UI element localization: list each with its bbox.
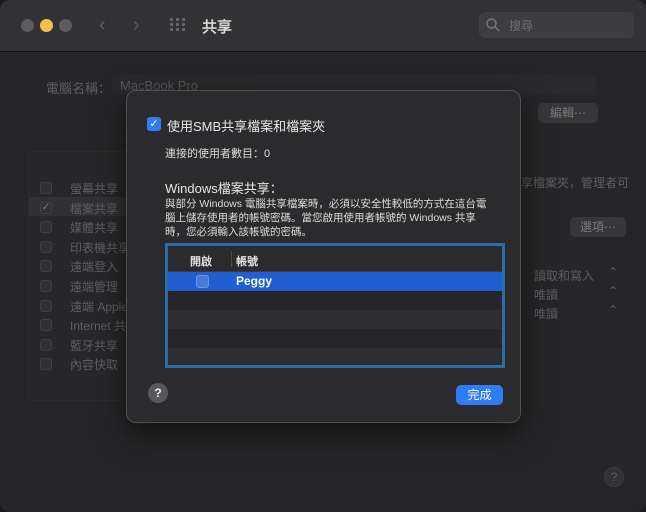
service-checkbox: [40, 280, 52, 292]
smb-checkbox-label[interactable]: 使用SMB共享檔案和檔案夾: [167, 116, 325, 135]
service-checkbox: [40, 299, 52, 312]
back-chevron-icon[interactable]: ‹: [99, 14, 106, 37]
options-button: 選項⋯: [570, 217, 626, 237]
service-checkbox: [40, 319, 52, 332]
table-row-empty: [168, 348, 502, 365]
service-label: 遠端 Apple: [70, 299, 129, 314]
accounts-table-header: 開啟 帳號: [168, 246, 502, 272]
computer-name-label: 電腦名稱：: [46, 81, 112, 96]
title-bar: ‹ › 共享 搜尋: [0, 0, 646, 52]
service-label: 遠端管理: [70, 280, 119, 294]
search-field[interactable]: 搜尋: [479, 12, 634, 38]
service-label: Internet 共: [70, 319, 127, 334]
row-account-name: Peggy: [236, 274, 273, 288]
help-button[interactable]: ?: [148, 383, 168, 403]
windows-sharing-description: 與部分 Windows 電腦共享檔案時，必須以安全性較低的方式在這台電腦上儲存使…: [165, 198, 487, 238]
column-divider: [231, 251, 232, 267]
service-checkbox: [40, 260, 52, 273]
service-checkbox: [40, 221, 52, 234]
window-title: 共享: [202, 19, 233, 36]
stepper-arrows-icon: ⌃: [608, 265, 619, 279]
right-note: 享檔案夾，管理者可: [521, 176, 630, 190]
search-placeholder: 搜尋: [509, 19, 534, 33]
service-label: 螢幕共享: [70, 182, 119, 196]
table-row-empty: [168, 310, 502, 329]
permission-label: 唯讀: [534, 288, 559, 302]
service-checkbox: [40, 182, 52, 194]
stepper-arrows-icon: ⌃: [608, 284, 619, 298]
permission-label: 唯讀: [534, 307, 559, 321]
connected-users-text: 連接的使用者數目：0: [165, 148, 271, 160]
help-button-background: ?: [604, 467, 624, 487]
service-label: 內容快取: [70, 358, 119, 373]
smb-options-dialog: ✓ 使用SMB共享檔案和檔案夾 連接的使用者數目：0 Windows檔案共享： …: [126, 90, 521, 423]
zoom-window-button[interactable]: [59, 19, 72, 32]
service-checkbox: [40, 358, 52, 371]
minimize-window-button[interactable]: [40, 19, 53, 32]
row-enable-checkbox[interactable]: [196, 275, 209, 288]
column-header-on[interactable]: 開啟: [190, 253, 212, 269]
service-checkbox: [40, 338, 52, 351]
service-label: 媒體共享: [70, 221, 119, 236]
service-label: 檔案共享: [70, 201, 119, 216]
done-button[interactable]: 完成: [456, 385, 503, 405]
edit-button: 編輯⋯: [538, 103, 598, 123]
service-checkbox: [40, 240, 52, 253]
service-checkbox: ✓: [40, 201, 52, 214]
search-icon: [486, 18, 500, 32]
forward-chevron-icon[interactable]: ›: [133, 14, 140, 37]
permission-label: 讀取和寫入: [534, 269, 595, 283]
stepper-arrows-icon: ⌃: [608, 303, 619, 317]
column-header-account[interactable]: 帳號: [236, 253, 258, 269]
system-preferences-window: ‹ › 共享 搜尋 電腦名稱： MacBook Pro 編輯⋯ 開啟 服務 螢幕…: [0, 0, 646, 512]
table-row[interactable]: Peggy: [168, 272, 502, 291]
accounts-table[interactable]: 開啟 帳號 Peggy: [165, 243, 505, 368]
smb-checkbox[interactable]: ✓: [147, 117, 161, 131]
show-all-grid-icon[interactable]: [170, 18, 186, 32]
windows-sharing-heading: Windows檔案共享：: [165, 181, 283, 196]
service-label: 藍牙共享: [70, 338, 119, 353]
close-window-button[interactable]: [21, 19, 34, 32]
service-label: 遠端登入: [70, 260, 119, 275]
service-label: 印表機共享: [70, 240, 131, 255]
